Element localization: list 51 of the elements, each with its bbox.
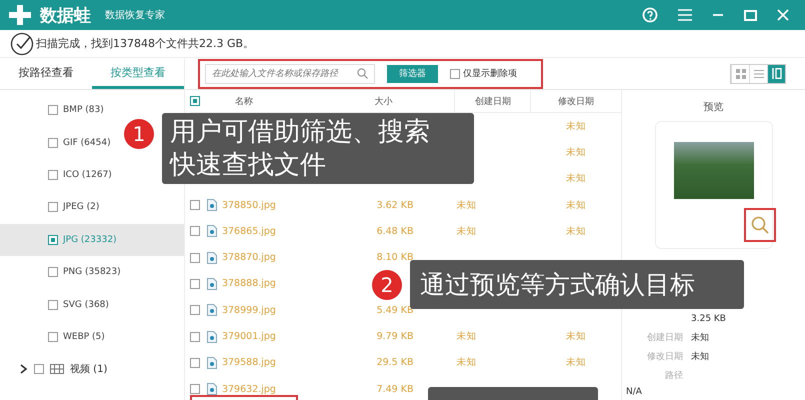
- file-name: 378888.jpg: [222, 278, 276, 290]
- file-name: 379588.jpg: [222, 357, 276, 368]
- detail-value: 未知: [691, 350, 709, 363]
- created-date: 未知: [456, 198, 476, 212]
- modified-date: 未知: [566, 356, 586, 370]
- modified-date: 未知: [566, 330, 586, 344]
- file-name: 378850.jpg: [222, 200, 276, 211]
- modified-date: 未知: [566, 146, 586, 159]
- tooltip-text: 用户可借助筛选、搜索: [170, 116, 431, 148]
- modified-date: 未知: [566, 172, 586, 186]
- file-size: 9.79 KB: [376, 331, 414, 342]
- category-label: 视频 (1): [70, 362, 108, 376]
- checkbox-label: 仅显示删除项: [463, 68, 517, 80]
- app-subtitle: 数据恢复专家: [105, 8, 165, 22]
- file-size: 7.49 KB: [376, 384, 414, 395]
- file-type-label: JPG (23332): [63, 234, 117, 245]
- detail-label: 创建日期: [647, 333, 683, 343]
- file-name: 379632.jpg: [222, 384, 276, 395]
- file-size: 3.62 KB: [376, 200, 414, 211]
- file-size: 29.5 KB: [376, 357, 414, 368]
- file-size: 8.10 KB: [376, 252, 414, 264]
- detail-label: 路径: [665, 371, 683, 381]
- file-name: 379001.jpg: [222, 331, 276, 342]
- file-size: 6.48 KB: [376, 226, 414, 237]
- preview-title: 预览: [704, 101, 724, 114]
- modified-date: 未知: [566, 120, 586, 133]
- app-name: 数据蛙: [40, 4, 91, 26]
- detail-value: 3.25 KB: [691, 314, 726, 324]
- file-type-label: JPEG (2): [63, 202, 100, 212]
- tooltip-text: 快速查找文件: [170, 148, 327, 181]
- step-number-badge: 2: [372, 270, 402, 300]
- file-type-label: WEBP (5): [63, 332, 105, 342]
- file-path: N/A: [626, 387, 643, 397]
- file-name: 378870.jpg: [222, 252, 276, 264]
- file-type-label: ICO (1267): [63, 170, 112, 180]
- file-name: 376865.jpg: [222, 226, 276, 237]
- detail-value: 未知: [691, 332, 709, 344]
- file-type-label: PNG (35823): [63, 267, 121, 278]
- tooltip-text: 通过预览等方式确认目标: [420, 269, 696, 301]
- modified-date: 未知: [566, 198, 586, 212]
- scan-status-text: 扫描完成，找到137848个文件共22.3 GB。: [36, 36, 254, 51]
- modified-date: 未知: [566, 224, 586, 238]
- detail-label: 修改日期: [647, 352, 683, 362]
- file-type-label: SVG (368): [63, 300, 109, 310]
- created-date: 未知: [456, 356, 476, 370]
- step-number-badge: 1: [124, 119, 154, 149]
- created-date: 未知: [456, 330, 476, 344]
- created-date: 未知: [456, 224, 476, 238]
- file-type-label: BMP (83): [63, 105, 104, 116]
- file-name: 378999.jpg: [222, 304, 276, 316]
- file-type-label: GIF (6454): [63, 138, 111, 148]
